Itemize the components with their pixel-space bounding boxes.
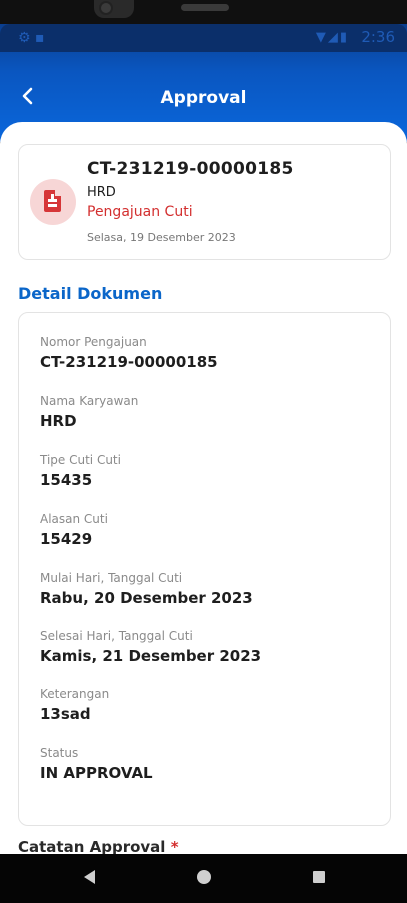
field-description: Keterangan 13sad	[40, 687, 109, 723]
nav-home-icon[interactable]	[197, 870, 211, 884]
status-value: IN APPROVAL	[40, 764, 153, 782]
document-summary-card: CT-231219-00000185 HRD Pengajuan Cuti Se…	[18, 144, 391, 260]
status-bar: ⚙ ▪ ▼◢▮ 2:36	[0, 24, 407, 52]
field-value: 15429	[40, 530, 93, 548]
field-status: Status IN APPROVAL	[40, 746, 153, 782]
field-label: Selesai Hari, Tanggal Cuti	[40, 629, 193, 643]
field-label: Tipe Cuti Cuti	[40, 453, 121, 467]
field-leave-type: Tipe Cuti Cuti 15435	[40, 453, 121, 489]
main-content[interactable]: CT-231219-00000185 HRD Pengajuan Cuti Se…	[0, 122, 407, 854]
field-value: HRD	[40, 412, 77, 430]
approval-notes-label-text: Catatan Approval	[18, 838, 166, 854]
document-icon-badge	[30, 179, 76, 225]
speaker-grille	[181, 4, 229, 11]
summary-request-type: Pengajuan Cuti	[87, 204, 193, 220]
status-time: 2:36	[361, 28, 395, 46]
field-label: Keterangan	[40, 687, 110, 701]
field-label: Mulai Hari, Tanggal Cuti	[40, 571, 183, 585]
summary-document-code: CT-231219-00000185	[87, 159, 294, 179]
field-start-date: Mulai Hari, Tanggal Cuti Rabu, 20 Desemb…	[40, 571, 253, 607]
status-notification-icons: ⚙ ▪	[18, 30, 45, 46]
field-value: 15435	[40, 471, 93, 489]
signal-battery-icons: ▼◢▮	[315, 30, 349, 45]
phone-bezel	[0, 0, 407, 24]
field-value: Rabu, 20 Desember 2023	[40, 589, 253, 607]
field-label: Nama Karyawan	[40, 394, 139, 408]
nav-recent-apps-icon[interactable]	[313, 871, 325, 883]
field-label: Status	[40, 746, 79, 760]
document-detail-card: Nomor Pengajuan CT-231219-00000185 Nama …	[18, 312, 391, 826]
nav-back-icon[interactable]	[84, 870, 95, 884]
section-title-detail: Detail Dokumen	[18, 284, 163, 303]
summary-date: Selasa, 19 Desember 2023	[87, 231, 236, 244]
document-icon	[44, 190, 61, 212]
system-navigation-bar	[0, 854, 407, 903]
summary-employee-name: HRD	[87, 185, 116, 200]
field-label: Nomor Pengajuan	[40, 335, 147, 349]
required-mark: *	[170, 838, 179, 854]
field-employee-name: Nama Karyawan HRD	[40, 394, 138, 430]
field-value: 13sad	[40, 705, 91, 723]
field-label: Alasan Cuti	[40, 512, 108, 526]
approval-notes-label: Catatan Approval *	[18, 838, 179, 854]
page-title: Approval	[160, 88, 247, 108]
field-value: Kamis, 21 Desember 2023	[40, 647, 262, 665]
field-request-number: Nomor Pengajuan CT-231219-00000185	[40, 335, 218, 371]
field-value: CT-231219-00000185	[40, 353, 218, 371]
field-end-date: Selesai Hari, Tanggal Cuti Kamis, 21 Des…	[40, 629, 261, 665]
field-leave-reason: Alasan Cuti 15429	[40, 512, 108, 548]
camera-lens-icon	[99, 1, 113, 15]
